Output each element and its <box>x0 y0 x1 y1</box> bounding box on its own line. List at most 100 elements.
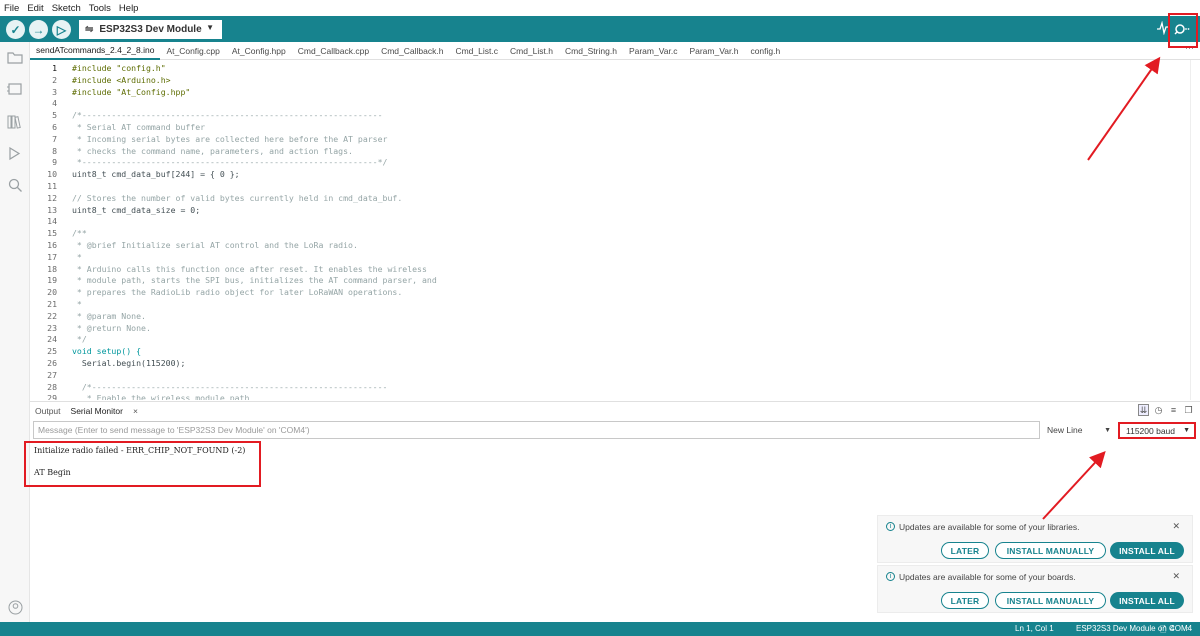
code-text: * @param None. <box>72 310 146 321</box>
install-manually-button[interactable]: INSTALL MANUALLY <box>995 592 1106 609</box>
board-selector[interactable]: ⇋ ESP32S3 Dev Module ▼ <box>79 20 222 39</box>
code-line: 5 /*-------------------------------------… <box>30 109 1190 121</box>
code-text: * Arduino calls this function once after… <box>72 263 427 274</box>
tab-param-var-h[interactable]: Param_Var.h <box>683 42 744 60</box>
menu-help[interactable]: Help <box>119 3 139 14</box>
upload-button[interactable]: → <box>29 20 48 39</box>
close-icon[interactable]: × <box>128 406 143 416</box>
serial-message-input[interactable]: Message (Enter to send message to 'ESP32… <box>33 421 1040 439</box>
search-icon[interactable] <box>6 176 24 194</box>
line-number: 11 <box>47 181 57 191</box>
line-number: 2 <box>52 74 57 85</box>
code-text: * Enable the wireless module path <box>72 393 250 400</box>
close-icon[interactable]: ✕ <box>1172 521 1180 532</box>
code-text: *---------------------------------------… <box>72 157 388 168</box>
code-text: * checks the command name, parameters, a… <box>72 145 353 156</box>
menu-file[interactable]: File <box>4 3 19 14</box>
tab-param-var-c[interactable]: Param_Var.c <box>623 42 684 60</box>
info-icon: i <box>886 572 895 581</box>
tab-serial-monitor[interactable]: Serial Monitor <box>66 406 128 416</box>
tab-cmd-string-h[interactable]: Cmd_String.h <box>559 42 623 60</box>
install-all-button[interactable]: INSTALL ALL <box>1110 542 1184 559</box>
code-text: #include "config.h" <box>72 63 166 73</box>
menu-sketch[interactable]: Sketch <box>52 3 81 14</box>
line-number: 18 <box>47 263 57 274</box>
close-icon[interactable]: ✕ <box>1172 571 1180 582</box>
folder-icon[interactable] <box>6 48 24 66</box>
clear-output-icon[interactable]: ≡ <box>1168 404 1179 416</box>
tab-cmd-list-c[interactable]: Cmd_List.c <box>449 42 504 60</box>
chevron-down-icon: ▼ <box>1183 427 1190 434</box>
board-port-status[interactable]: ESP32S3 Dev Module on COM4 <box>1076 624 1192 633</box>
code-line: 17 * <box>30 251 1190 263</box>
code-text: /** <box>72 228 87 239</box>
code-line: 22 * @param None. <box>30 310 1190 322</box>
verify-button[interactable]: ✓ <box>6 20 25 39</box>
tab-config-h[interactable]: config.h <box>744 42 786 60</box>
code-line: 3 #include "At_Config.hpp" <box>30 86 1190 98</box>
line-number: 9 <box>52 157 57 168</box>
later-button[interactable]: LATER <box>941 592 989 609</box>
code-text: /*--------------------------------------… <box>72 381 388 392</box>
tab-at-config-cpp[interactable]: At_Config.cpp <box>160 42 225 60</box>
code-text: uint8_t cmd_data_size = 0; <box>72 204 201 215</box>
tab-cmd-callback-cpp[interactable]: Cmd_Callback.cpp <box>292 42 375 60</box>
account-icon[interactable] <box>6 598 24 616</box>
layout-icon[interactable]: ▫ <box>1186 624 1189 633</box>
install-all-button[interactable]: INSTALL ALL <box>1110 592 1184 609</box>
line-number: 14 <box>47 216 57 227</box>
timestamp-icon[interactable]: ◷ <box>1153 404 1164 416</box>
code-line: 9 *-------------------------------------… <box>30 156 1190 168</box>
code-line: 26 Serial.begin(115200); <box>30 357 1190 369</box>
boards-manager-icon[interactable] <box>6 80 24 98</box>
output-line: Initialize radio failed - ERR_CHIP_NOT_F… <box>34 446 246 455</box>
code-text: */ <box>72 334 87 345</box>
line-number: 13 <box>47 204 57 215</box>
notifications-bell-icon[interactable]: 🗋 <box>1160 624 1166 636</box>
code-line: 10 uint8_t cmd_data_buf[244] = { 0 }; <box>30 168 1190 180</box>
code-line: 19 * module path, starts the SPI bus, in… <box>30 274 1190 286</box>
library-manager-icon[interactable] <box>6 112 24 130</box>
code-text: Serial.begin(115200); <box>72 358 186 368</box>
tab-output[interactable]: Output <box>30 406 66 416</box>
notifications-count[interactable]: 4 <box>1170 624 1174 633</box>
line-number: 15 <box>47 228 57 239</box>
menu-edit[interactable]: Edit <box>27 3 43 14</box>
chevron-down-icon: ▼ <box>1104 426 1111 434</box>
code-line: 12 // Stores the number of valid bytes cu… <box>30 192 1190 204</box>
autoscroll-icon[interactable]: ⇊ <box>1138 404 1149 416</box>
line-number: 20 <box>47 287 57 298</box>
copy-icon[interactable]: ❐ <box>1183 404 1194 416</box>
line-ending-select[interactable]: New Line ▼ <box>1043 421 1115 439</box>
code-line: 18 * Arduino calls this function once af… <box>30 263 1190 275</box>
baud-rate-select[interactable]: 115200 baud ▼ <box>1118 422 1196 439</box>
line-ending-value: New Line <box>1047 425 1083 435</box>
tab-cmd-callback-h[interactable]: Cmd_Callback.h <box>375 42 449 60</box>
line-number: 8 <box>52 145 57 156</box>
line-number: 23 <box>47 322 57 333</box>
later-button[interactable]: LATER <box>941 542 989 559</box>
activity-bar <box>0 42 30 622</box>
cursor-position[interactable]: Ln 1, Col 1 <box>1015 624 1054 633</box>
line-number: 19 <box>47 275 57 286</box>
tab-cmd-list-h[interactable]: Cmd_List.h <box>504 42 559 60</box>
menu-tools[interactable]: Tools <box>89 3 111 14</box>
install-manually-button[interactable]: INSTALL MANUALLY <box>995 542 1106 559</box>
line-number: 26 <box>47 358 57 368</box>
line-number: 17 <box>47 251 57 262</box>
line-number: 10 <box>47 169 57 180</box>
tab-sendatcommands-ino[interactable]: sendATcommands_2.4_2_8.ino <box>30 42 161 60</box>
code-text: * @brief Initialize serial AT control an… <box>72 240 358 250</box>
code-line: 16 * @brief Initialize serial AT control… <box>30 239 1190 251</box>
tab-at-config-hpp[interactable]: At_Config.hpp <box>226 42 292 60</box>
editor-scrollbar[interactable] <box>1190 60 1200 400</box>
board-name: ESP32S3 Dev Module <box>99 24 202 35</box>
debug-button[interactable]: ▷ <box>52 20 71 39</box>
code-line: 21 * <box>30 298 1190 310</box>
line-number: 1 <box>52 63 57 73</box>
debug-panel-icon[interactable] <box>6 144 24 162</box>
code-line: 8 * checks the command name, parameters,… <box>30 145 1190 157</box>
check-icon: ✓ <box>10 22 21 37</box>
code-text: /*--------------------------------------… <box>72 110 383 121</box>
code-editor[interactable]: 1 #include "config.h" 2 #include <Arduino.h… <box>30 60 1200 400</box>
